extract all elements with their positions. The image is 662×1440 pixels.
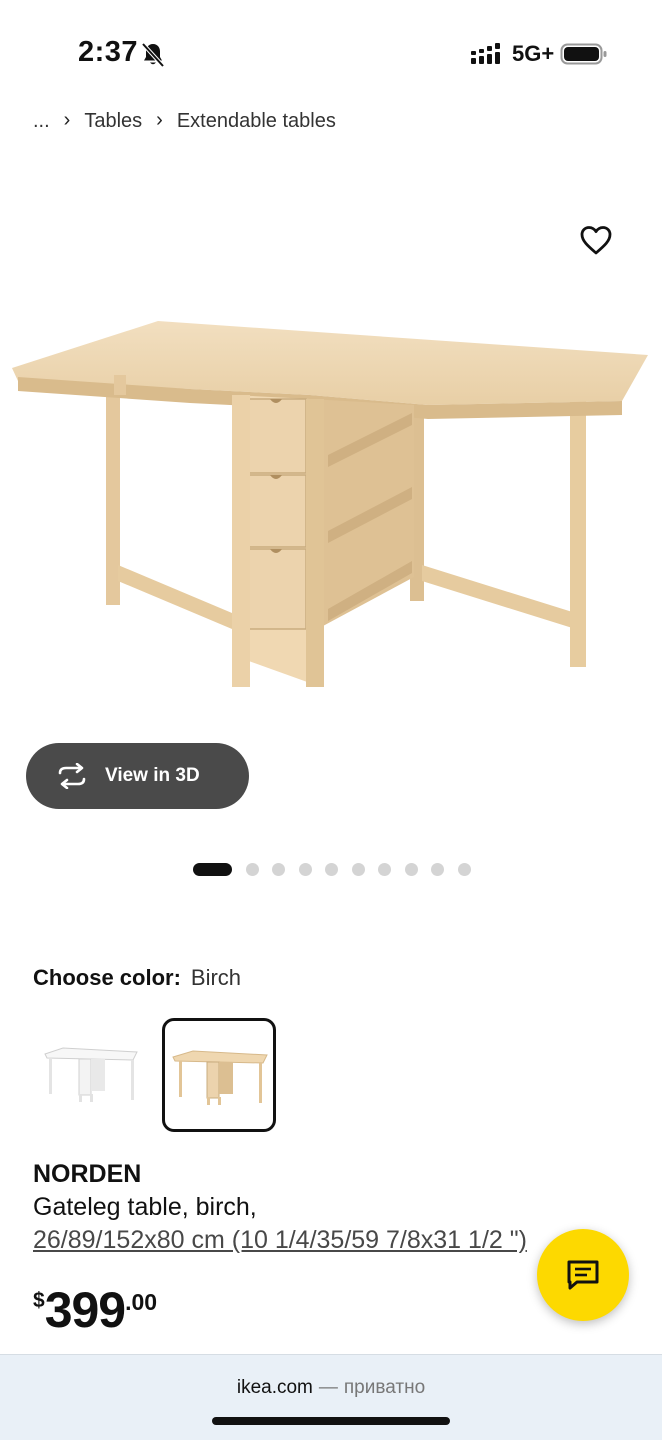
- carousel-dot[interactable]: [351, 862, 365, 876]
- home-indicator[interactable]: [212, 1417, 450, 1425]
- breadcrumb-item-extendable-tables[interactable]: Extendable tables: [177, 110, 336, 133]
- chevron-right-icon: ›: [63, 108, 71, 131]
- product-dimensions-link[interactable]: 26/89/152x80 cm (10 1/4/35/59 7/8x31 1/2…: [33, 1226, 593, 1255]
- carousel-dot[interactable]: [457, 862, 471, 876]
- price-integer: 399: [44, 1282, 126, 1338]
- breadcrumb-ellipsis[interactable]: ...: [33, 110, 50, 133]
- product-image[interactable]: [10, 315, 652, 695]
- carousel-dots: [193, 862, 484, 876]
- carousel-dot[interactable]: [404, 862, 418, 876]
- product-price: $ 399 .00: [33, 1281, 157, 1339]
- carousel-dot[interactable]: [298, 862, 312, 876]
- choose-color-label: Choose color:: [33, 965, 181, 990]
- url-domain: ikea.com: [236, 1377, 313, 1398]
- product-name: NORDEN: [33, 1160, 142, 1188]
- carousel-dot[interactable]: [378, 862, 391, 876]
- product-description: Gateleg table, birch,: [33, 1193, 257, 1221]
- white-table-thumbnail: [44, 1047, 138, 1102]
- private-mode-label: приватно: [343, 1377, 426, 1398]
- carousel-dot[interactable]: [431, 862, 444, 876]
- carousel-dot[interactable]: [193, 862, 232, 876]
- bell-slash-icon: [141, 42, 165, 68]
- carousel-dot[interactable]: [325, 862, 338, 876]
- battery-icon: [560, 43, 607, 65]
- price-decimals: .00: [125, 1289, 158, 1315]
- color-chooser-label: Choose color: Birch: [33, 965, 241, 991]
- view-in-3d-label: View in 3D: [105, 765, 200, 786]
- chat-icon: [567, 1260, 599, 1290]
- url-text: ikea.com — приватно: [0, 1377, 662, 1399]
- signal-icon: [471, 43, 500, 64]
- carousel-dot[interactable]: [272, 862, 285, 876]
- status-time: 2:37: [78, 36, 139, 68]
- url-separator: —: [318, 1377, 338, 1398]
- chevron-right-icon: ›: [156, 108, 163, 131]
- rotate-3d-icon: [58, 763, 86, 789]
- view-in-3d-button[interactable]: View in 3D: [26, 743, 249, 809]
- status-bar: 2:37 5G+: [0, 0, 662, 100]
- color-swatch-birch[interactable]: [162, 1018, 276, 1132]
- network-label: 5G+: [512, 41, 555, 66]
- price-currency: $: [33, 1289, 45, 1312]
- browser-url-bar[interactable]: ikea.com — приватно: [0, 1354, 662, 1440]
- chat-button[interactable]: [537, 1229, 629, 1321]
- breadcrumb-item-tables[interactable]: Tables: [84, 110, 142, 133]
- heart-icon[interactable]: [578, 222, 614, 258]
- color-swatch-white[interactable]: [33, 1018, 147, 1132]
- selected-color-value: Birch: [190, 965, 242, 990]
- carousel-dot[interactable]: [245, 862, 259, 876]
- breadcrumb: ... › Tables › Extendable tables: [33, 106, 336, 136]
- birch-table-thumbnail: [172, 1050, 268, 1105]
